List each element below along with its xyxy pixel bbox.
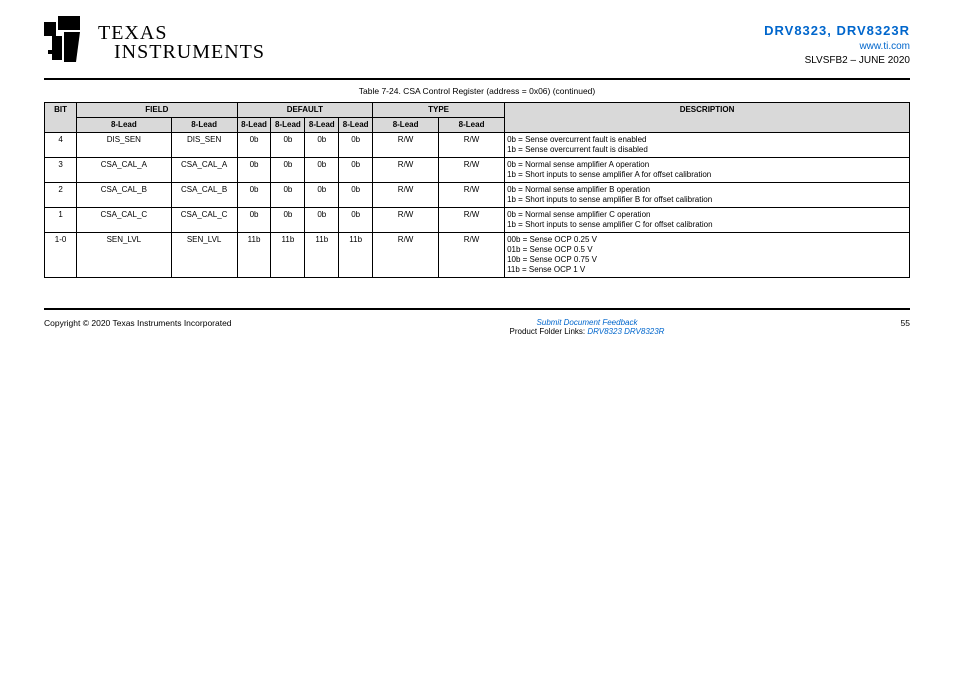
product-folder-link[interactable]: DRV8323 DRV8323R [587,327,664,336]
th-default: DEFAULT [237,103,373,118]
footer-rule [44,308,910,310]
th-sub-5: 8-Lead [339,118,373,133]
brand-text: TEXAS INSTRUMENTS [98,24,265,62]
table-row: 1CSA_CAL_CCSA_CAL_C0b0b0b0bR/WR/W0b = No… [45,208,910,233]
table-cell: R/W [439,233,505,278]
register-table-wrap: BIT FIELD DEFAULT TYPE DESCRIPTION 8-Lea… [44,102,910,278]
th-sub-7: 8-Lead [439,118,505,133]
table-cell: R/W [373,233,439,278]
doc-id: SLVSFB2 – JUNE 2020 [764,54,910,68]
table-cell: R/W [373,133,439,158]
table-cell: R/W [373,208,439,233]
table-cell: R/W [439,133,505,158]
table-cell: 0b [237,158,271,183]
table-body: 4DIS_SENDIS_SEN0b0b0b0bR/WR/W0b = Sense … [45,133,910,278]
th-sub-2: 8-Lead [237,118,271,133]
th-sub-4: 8-Lead [305,118,339,133]
table-row: 3CSA_CAL_ACSA_CAL_A0b0b0b0bR/WR/W0b = No… [45,158,910,183]
table-cell: 2 [45,183,77,208]
th-type: TYPE [373,103,505,118]
table-cell: 3 [45,158,77,183]
table-cell: 0b [339,183,373,208]
table-cell: 11b [237,233,271,278]
th-field: FIELD [77,103,238,118]
page-footer: Copyright © 2020 Texas Instruments Incor… [44,318,910,336]
table-cell: 11b [305,233,339,278]
copyright-text: Copyright © 2020 Texas Instruments Incor… [44,318,232,328]
product-folder-label: Product Folder Links: [510,327,586,336]
ti-logo-icon [44,16,90,70]
table-cell: 1 [45,208,77,233]
table-cell: 0b [237,183,271,208]
table-cell: CSA_CAL_C [171,208,237,233]
table-cell: 0b [237,208,271,233]
table-cell-desc: 00b = Sense OCP 0.25 V01b = Sense OCP 0.… [505,233,910,278]
table-cell-desc: 0b = Normal sense amplifier B operation1… [505,183,910,208]
table-cell: 0b [305,208,339,233]
brand-logo-block: TEXAS INSTRUMENTS [44,16,265,70]
table-header-row: BIT FIELD DEFAULT TYPE DESCRIPTION [45,103,910,118]
table-cell: 0b [271,183,305,208]
table-cell: DIS_SEN [77,133,172,158]
table-cell: 1-0 [45,233,77,278]
table-cell: 0b [237,133,271,158]
brand-line2: INSTRUMENTS [98,43,265,62]
table-cell-desc: 0b = Normal sense amplifier C operation1… [505,208,910,233]
part-number: DRV8323, DRV8323R [764,22,910,40]
part-link[interactable]: DRV8323, DRV8323R [764,23,910,38]
table-cell: 0b [271,158,305,183]
table-cell: 4 [45,133,77,158]
table-cell: 0b [339,158,373,183]
footer-center: Submit Document Feedback Product Folder … [304,318,870,336]
th-desc: DESCRIPTION [505,103,910,133]
th-sub-6: 8-Lead [373,118,439,133]
table-cell: 11b [339,233,373,278]
table-cell: 0b [339,133,373,158]
th-sub-1: 8-Lead [171,118,237,133]
table-cell: 0b [271,133,305,158]
table-cell: CSA_CAL_B [171,183,237,208]
register-table: BIT FIELD DEFAULT TYPE DESCRIPTION 8-Lea… [44,102,910,278]
table-cell: CSA_CAL_B [77,183,172,208]
table-cell-desc: 0b = Sense overcurrent fault is enabled1… [505,133,910,158]
page-root: TEXAS INSTRUMENTS DRV8323, DRV8323R www.… [0,0,954,356]
th-sub-0: 8-Lead [77,118,172,133]
header-right: DRV8323, DRV8323R www.ti.com SLVSFB2 – J… [764,16,910,68]
table-cell: DIS_SEN [171,133,237,158]
table-cell: 0b [339,208,373,233]
table-cell: R/W [439,208,505,233]
footer-left: Copyright © 2020 Texas Instruments Incor… [44,318,304,336]
table-cell: CSA_CAL_A [171,158,237,183]
feedback-link[interactable]: Submit Document Feedback [537,318,638,327]
table-cell: R/W [373,183,439,208]
header-rule [44,78,910,80]
table-row: 4DIS_SENDIS_SEN0b0b0b0bR/WR/W0b = Sense … [45,133,910,158]
table-cell: R/W [439,158,505,183]
table-cell: SEN_LVL [171,233,237,278]
table-cell: CSA_CAL_C [77,208,172,233]
site-link[interactable]: www.ti.com [859,41,910,52]
table-cell: 0b [305,183,339,208]
table-caption: Table 7-24. CSA Control Register (addres… [44,86,910,96]
table-cell: 0b [305,133,339,158]
table-cell: CSA_CAL_A [77,158,172,183]
table-cell: R/W [439,183,505,208]
table-cell: 0b [305,158,339,183]
th-bit: BIT [45,103,77,133]
table-row: 2CSA_CAL_BCSA_CAL_B0b0b0b0bR/WR/W0b = No… [45,183,910,208]
table-cell: SEN_LVL [77,233,172,278]
table-cell: R/W [373,158,439,183]
page-header: TEXAS INSTRUMENTS DRV8323, DRV8323R www.… [44,16,910,70]
table-cell-desc: 0b = Normal sense amplifier A operation1… [505,158,910,183]
table-cell: 11b [271,233,305,278]
page-number: 55 [870,318,910,336]
th-sub-3: 8-Lead [271,118,305,133]
table-row: 1-0SEN_LVLSEN_LVL11b11b11b11bR/WR/W00b =… [45,233,910,278]
table-cell: 0b [271,208,305,233]
